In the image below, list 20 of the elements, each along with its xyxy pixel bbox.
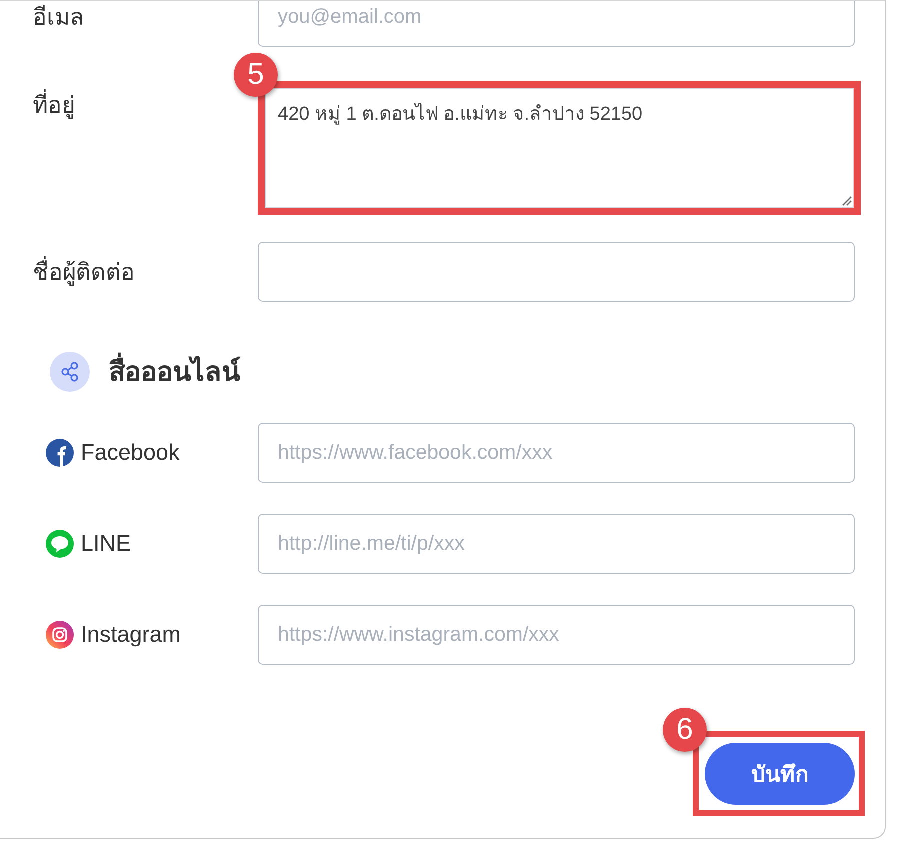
- input-field[interactable]: https://www.instagram.com/xxx: [258, 605, 855, 665]
- field-label: ชื่อผู้ติดต่อ: [33, 257, 258, 287]
- textarea-field[interactable]: 420 หมู่ 1 ต.ดอนไฟ อ.แม่ทะ จ.ลำปาง 52150: [265, 88, 854, 208]
- field-label: อีเมล: [33, 3, 85, 32]
- field-label: LINE: [81, 530, 132, 558]
- chat-bubble-icon: [46, 530, 74, 558]
- facebook-logo-icon: [46, 439, 74, 467]
- share-icon: [50, 352, 90, 392]
- step-badge: 5: [234, 53, 278, 97]
- save-button[interactable]: บันทึก: [705, 743, 855, 805]
- field-label: Instagram: [81, 621, 182, 649]
- instagram-logo-icon: [46, 621, 74, 649]
- input-field[interactable]: [258, 242, 855, 302]
- step-badge: 6: [663, 708, 707, 752]
- input-field[interactable]: https://www.facebook.com/xxx: [258, 423, 855, 483]
- resize-handle-icon[interactable]: [842, 196, 852, 206]
- input-field[interactable]: http://line.me/ti/p/xxx: [258, 514, 855, 574]
- input-field[interactable]: you@email.com: [258, 1, 855, 47]
- section-heading: สื่อออนไลน์: [109, 354, 240, 390]
- field-label: Facebook: [81, 439, 180, 467]
